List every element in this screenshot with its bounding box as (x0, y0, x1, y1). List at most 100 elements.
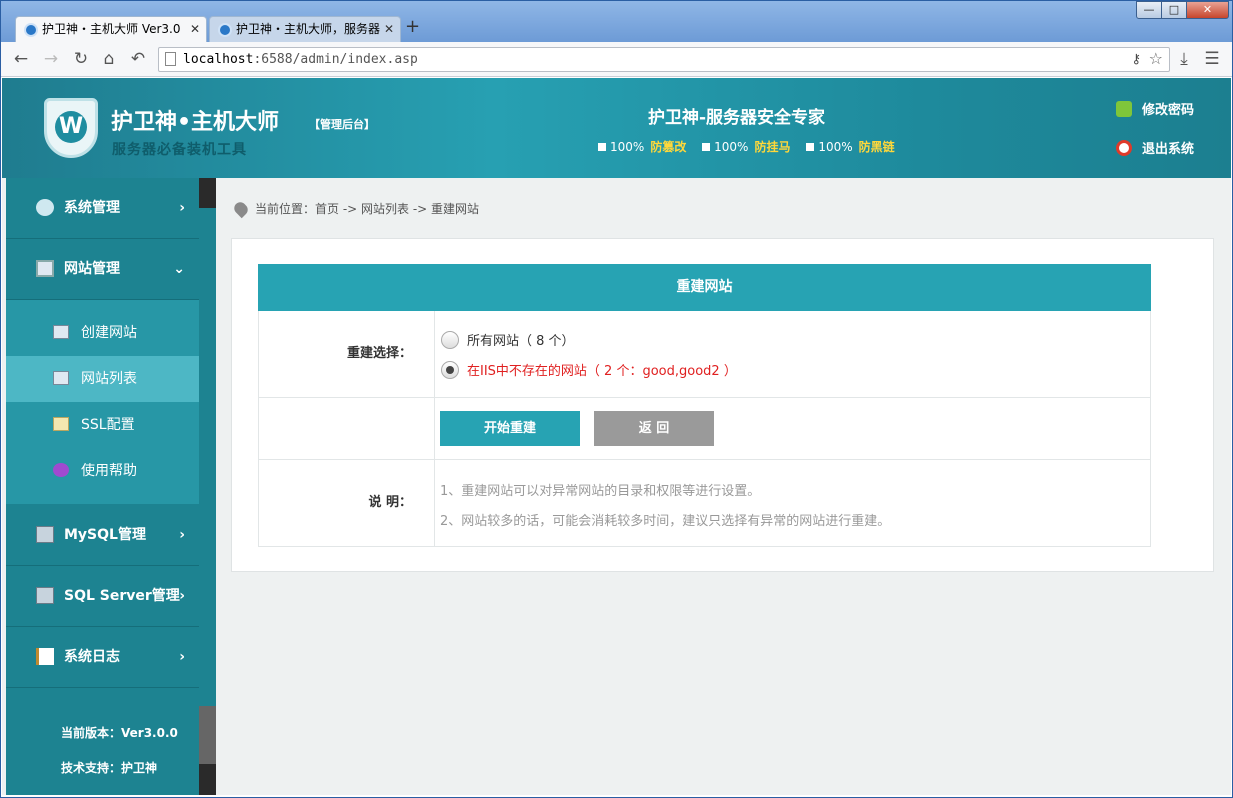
chevron-right-icon: › (179, 200, 185, 216)
support-text: 技术支持：护卫神 (61, 761, 158, 775)
menu-icon[interactable]: ☰ (1202, 49, 1222, 69)
radio-button[interactable] (441, 331, 459, 349)
option-label: 在IIS中不存在的网站（ 2 个：good,good2 ） (467, 364, 737, 379)
monitor-icon (36, 260, 54, 277)
submenu-label: 创建网站 (81, 325, 137, 341)
rebuild-panel: 重建网站 重建选择： 所有网站（ 8 个） 在IIS中不存在的网站（ 2 个：g… (231, 238, 1214, 572)
sidebar-item-sqlserver[interactable]: SQL Server管理 › (6, 566, 199, 627)
reload-icon[interactable]: ↻ (71, 49, 91, 69)
address-bar[interactable]: localhost:6588/admin/index.asp ⚷ ☆ (158, 47, 1170, 72)
sidebar-item-label: MySQL管理 (64, 527, 146, 543)
square-bullet-icon (702, 143, 711, 151)
home-icon[interactable]: ⌂ (99, 49, 119, 69)
guard-name: 防篡改 (650, 140, 687, 154)
sidebar-item-mysql[interactable]: MySQL管理 › (6, 505, 199, 566)
submenu-help[interactable]: 使用帮助 (6, 448, 199, 494)
url-path: :6588/admin/index.asp (253, 52, 418, 67)
sidebar-item-label: 系统管理 (64, 200, 120, 216)
submenu-site-list[interactable]: 网站列表 (6, 356, 199, 402)
rebuild-option-row: 重建选择： 所有网站（ 8 个） 在IIS中不存在的网站（ 2 个：good,g… (258, 311, 1151, 398)
submenu-label: SSL配置 (81, 417, 135, 433)
gear-icon (36, 199, 54, 216)
sidebar-item-label: 网站管理 (64, 261, 120, 277)
submenu-create-site[interactable]: 创建网站 (6, 310, 199, 356)
database-icon (36, 587, 54, 604)
browser-window: 护卫神・主机大师 Ver3.0 ✕ 护卫神・主机大师，服务器 ✕ + — □ ✕… (0, 0, 1233, 798)
scroll-track (199, 208, 216, 708)
note-line: 1、重建网站可以对异常网站的目录和权限等进行设置。 (440, 484, 761, 499)
logout-link[interactable]: 退出系统 (1116, 138, 1194, 157)
guard-name: 防挂马 (754, 140, 791, 154)
new-tab-button[interactable]: + (405, 17, 421, 37)
maximize-button[interactable]: □ (1161, 1, 1187, 19)
minimize-button[interactable]: — (1136, 1, 1162, 19)
lock-icon (1116, 101, 1132, 117)
tab-strip: 护卫神・主机大师 Ver3.0 ✕ 护卫神・主机大师，服务器 ✕ + — □ ✕ (1, 1, 1232, 43)
submenu-ssl[interactable]: SSL配置 (6, 402, 199, 448)
app-title: 护卫神•主机大师 (111, 110, 280, 135)
option-missing-sites[interactable]: 在IIS中不存在的网站（ 2 个：good,good2 ） (441, 360, 737, 379)
download-icon[interactable]: ⤓ (1174, 49, 1194, 69)
page-content: W 护卫神•主机大师 【管理后台】 服务器必备装机工具 护卫神-服务器安全专家 … (2, 78, 1231, 795)
site-list-icon (53, 371, 69, 385)
empty-label (259, 398, 435, 459)
chevron-right-icon: › (179, 527, 185, 543)
page-icon (165, 52, 176, 66)
sidebar-item-websites[interactable]: 网站管理 ⌄ (6, 239, 199, 300)
tab-inactive[interactable]: 护卫神・主机大师，服务器 ✕ (209, 16, 401, 43)
breadcrumb-text: 当前位置：首页 -> 网站列表 -> 重建网站 (255, 202, 480, 216)
sidebar: 系统管理 › 网站管理 ⌄ 创建网站 网站列表 SSL配置 使用帮助 MySQL… (6, 178, 199, 795)
tab-label: 护卫神・主机大师 Ver3.0 (42, 22, 181, 36)
logo-letter: W (55, 111, 87, 143)
create-site-icon (53, 325, 69, 339)
square-bullet-icon (598, 143, 606, 151)
protection-status: 100% 防篡改 100% 防挂马 100% 防黑链 (598, 138, 907, 155)
start-rebuild-button[interactable]: 开始重建 (440, 411, 580, 446)
help-icon (53, 463, 69, 477)
close-tab-icon[interactable]: ✕ (190, 17, 200, 42)
site-favicon-icon (218, 23, 232, 37)
sidebar-item-logs[interactable]: 系统日志 › (6, 627, 199, 688)
back-button[interactable]: 返 回 (594, 411, 714, 446)
url-host: localhost (183, 52, 254, 67)
submenu-label: 网站列表 (81, 371, 137, 387)
shield-logo-icon: W (44, 98, 98, 158)
action-row: 开始重建 返 回 (258, 398, 1151, 460)
site-favicon-icon (24, 23, 38, 37)
chevron-right-icon: › (179, 649, 185, 665)
guard-pct: 100% (818, 140, 853, 154)
sidebar-item-label: 系统日志 (64, 649, 120, 665)
location-pin-icon (231, 199, 251, 219)
sidebar-item-system[interactable]: 系统管理 › (6, 178, 199, 239)
change-password-label: 修改密码 (1142, 103, 1195, 118)
scroll-thumb[interactable] (199, 706, 216, 764)
version-text: 当前版本：Ver3.0.0 (61, 726, 178, 740)
notes-row: 说 明： 1、重建网站可以对异常网站的目录和权限等进行设置。 2、网站较多的话，… (258, 460, 1151, 547)
chevron-right-icon: › (179, 588, 185, 604)
radio-button-selected[interactable] (441, 361, 459, 379)
logout-label: 退出系统 (1142, 142, 1195, 157)
rebuild-label: 重建选择： (259, 311, 435, 397)
close-tab-icon[interactable]: ✕ (384, 17, 394, 42)
guard-name: 防黑链 (858, 140, 895, 154)
note-line: 2、网站较多的话，可能会消耗较多时间，建议只选择有异常的网站进行重建。 (440, 514, 891, 529)
slogan: 护卫神-服务器安全专家 (648, 108, 826, 128)
website-submenu: 创建网站 网站列表 SSL配置 使用帮助 (6, 300, 199, 504)
breadcrumb: 当前位置：首页 -> 网站列表 -> 重建网站 (231, 199, 480, 219)
log-book-icon (36, 648, 54, 665)
undo-icon[interactable]: ↶ (128, 49, 148, 69)
certificate-icon (53, 417, 69, 431)
bookmark-star-icon[interactable]: ☆ (1149, 47, 1163, 70)
tab-active[interactable]: 护卫神・主机大师 Ver3.0 ✕ (15, 16, 207, 43)
option-all-sites[interactable]: 所有网站（ 8 个） (441, 330, 575, 349)
square-bullet-icon (806, 143, 815, 151)
forward-arrow-icon[interactable]: → (41, 49, 61, 69)
power-icon (1116, 140, 1132, 156)
sidebar-scrollbar[interactable] (199, 178, 216, 795)
close-window-button[interactable]: ✕ (1186, 1, 1229, 19)
key-icon[interactable]: ⚷ (1131, 48, 1141, 71)
change-password-link[interactable]: 修改密码 (1116, 99, 1194, 118)
back-arrow-icon[interactable]: ← (11, 49, 31, 69)
option-label: 所有网站（ 8 个） (467, 334, 575, 349)
tab-label: 护卫神・主机大师，服务器 (236, 22, 381, 36)
